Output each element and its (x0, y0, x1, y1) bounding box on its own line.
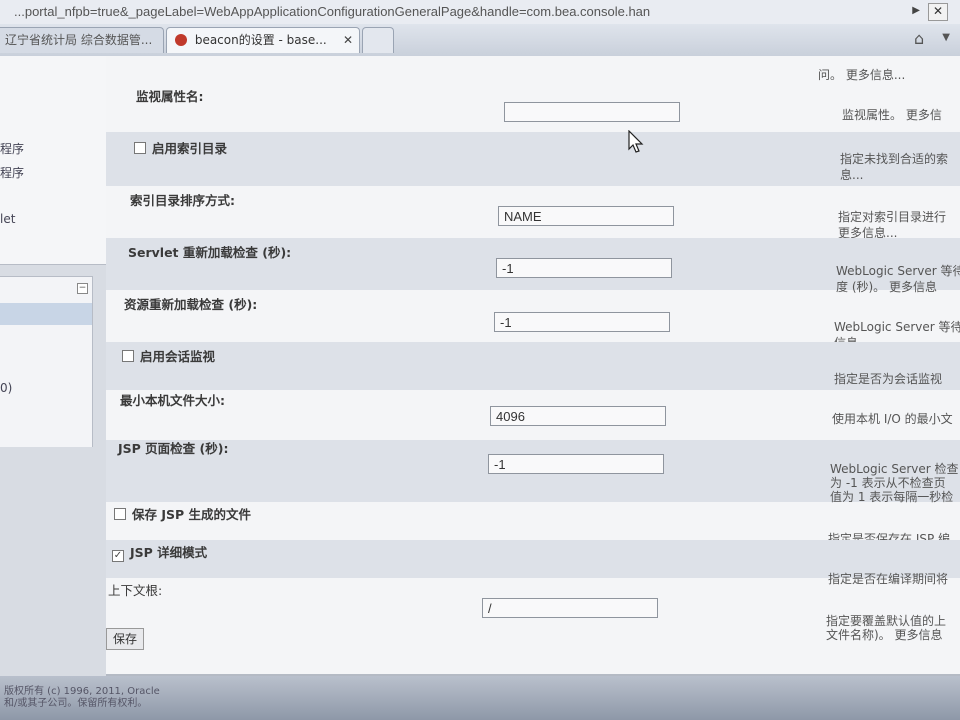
field-label: 上下文根: (108, 583, 163, 598)
checkbox-icon[interactable] (114, 508, 126, 520)
field-description: 为 -1 表示从不检查页 (830, 476, 946, 490)
check-icon[interactable]: ✓ (112, 550, 124, 562)
field-label: 保存 JSP 生成的文件 (132, 507, 252, 522)
sidebar-item[interactable]: 程序 (0, 140, 24, 157)
field-label: JSP 页面检查 (秒): (118, 441, 229, 456)
servlet-reload-input[interactable]: -1 (496, 258, 672, 278)
field-label: 启用会话监视 (140, 349, 216, 364)
sidebar-item[interactable]: 程序 (0, 164, 24, 181)
form-row: 保存 JSP 生成的文件 指定是否保存在 JSP 编 (106, 502, 960, 546)
form-row: 资源重新加载检查 (秒): -1 WebLogic Server 等待 信息..… (106, 290, 960, 350)
min-native-file-size-input[interactable]: 4096 (490, 406, 666, 426)
field-label: 最小本机文件大小: (120, 393, 225, 408)
home-icon[interactable]: ⌂ (914, 30, 932, 48)
tab-label: beacon的设置 - base... (194, 33, 327, 47)
tab-close-icon[interactable]: ✕ (343, 28, 353, 53)
screen: ...portal_nfpb=true&_pageLabel=WebAppApp… (0, 0, 960, 720)
field-description: 文件名称)。 更多信息 (826, 628, 943, 642)
mouse-cursor-icon (628, 130, 644, 153)
field-description: 监视属性。 更多信 (842, 108, 942, 122)
field-description: 指定要覆盖默认值的上 (826, 614, 947, 628)
url-text[interactable]: ...portal_nfpb=true&_pageLabel=WebAppApp… (14, 4, 650, 19)
tab-beacon-settings[interactable]: beacon的设置 - base... ✕ (166, 27, 360, 53)
new-tab-button[interactable] (362, 27, 394, 53)
form-row: 最小本机文件大小: 4096 使用本机 I/O 的最小文 (106, 390, 960, 440)
address-bar[interactable]: ...portal_nfpb=true&_pageLabel=WebAppApp… (0, 0, 960, 25)
jsp-verbose-checkbox[interactable]: ✓ JSP 详细模式 (112, 542, 207, 562)
form-row: ✓ JSP 详细模式 指定是否在编译期间将 (106, 540, 960, 586)
copyright-line: 版权所有 (c) 1996, 2011, Oracle (4, 686, 160, 697)
field-label: 监视属性名: (136, 89, 204, 104)
field-description: WebLogic Server 等待 (836, 264, 960, 278)
form-row: 启用会话监视 指定是否为会话监视 (106, 342, 960, 390)
field-description: 使用本机 I/O 的最小文 (832, 412, 953, 426)
settings-form: 问。 更多信息... 监视属性名: 监视属性。 更多信 启用索引目录 指定未找到… (106, 56, 960, 676)
field-label: 资源重新加载检查 (秒): (124, 297, 258, 312)
chevron-down-icon[interactable]: ▼ (942, 32, 950, 43)
copyright-line: 和/或其子公司。保留所有权利。 (4, 698, 148, 709)
collapse-icon[interactable]: − (77, 283, 88, 294)
form-row: 监视属性名: 监视属性。 更多信 (106, 76, 960, 132)
form-row: 索引目录排序方式: NAME 指定对索引目录进行 更多信息... (106, 186, 960, 240)
save-button[interactable]: 保存 (106, 628, 145, 650)
enable-index-directory-checkbox[interactable]: 启用索引目录 (134, 138, 227, 157)
field-description: 指定是否为会话监视 (834, 372, 943, 386)
index-sort-input[interactable]: NAME (498, 206, 674, 226)
tab-label: 辽宁省统计局 综合数据管... (5, 33, 153, 47)
sidebar-status-panel: − 0) (0, 276, 93, 447)
form-row: 上下文根: / 指定要覆盖默认值的上 文件名称)。 更多信息 (106, 578, 960, 642)
resource-reload-input[interactable]: -1 (494, 312, 670, 332)
tab-statistics[interactable]: 辽宁省统计局 综合数据管... (0, 27, 164, 53)
monitor-attribute-input[interactable] (504, 102, 680, 122)
keep-jsp-generated-checkbox[interactable]: 保存 JSP 生成的文件 (114, 504, 251, 523)
field-description: 息... (840, 168, 864, 182)
form-row: Servlet 重新加载检查 (秒): -1 WebLogic Server 等… (106, 238, 960, 294)
enable-session-monitoring-checkbox[interactable]: 启用会话监视 (122, 346, 215, 365)
close-icon[interactable]: ✕ (928, 3, 948, 21)
scroll-arrow-icon[interactable]: ▶ (912, 5, 920, 16)
sidebar-item[interactable]: let (0, 212, 15, 226)
favicon-icon (175, 34, 187, 46)
field-label: Servlet 重新加载检查 (秒): (128, 245, 292, 260)
field-description: WebLogic Server 检查 (830, 462, 959, 476)
taskbar: 版权所有 (c) 1996, 2011, Oracle 和/或其子公司。保留所有… (0, 676, 960, 720)
copyright-text: 版权所有 (c) 1996, 2011, Oracle 和/或其子公司。保留所有… (4, 686, 160, 710)
tab-bar: 辽宁省统计局 综合数据管... beacon的设置 - base... ✕ ⌂ … (0, 24, 960, 57)
checkbox-icon[interactable] (122, 350, 134, 362)
field-label: 索引目录排序方式: (130, 193, 235, 208)
field-description: WebLogic Server 等待 (834, 320, 960, 334)
field-label: JSP 详细模式 (130, 545, 208, 560)
context-root-input[interactable]: / (482, 598, 658, 618)
sidebar-navigation: 程序 程序 let (0, 56, 107, 265)
field-description: 指定对索引目录进行 (838, 210, 947, 224)
form-row: 启用索引目录 指定未找到合适的索 息... (106, 132, 960, 186)
field-label: 启用索引目录 (152, 141, 228, 156)
form-row: JSP 页面检查 (秒): -1 WebLogic Server 检查 为 -1… (106, 440, 960, 504)
jsp-page-check-input[interactable]: -1 (488, 454, 664, 474)
field-description: 指定未找到合适的索 (840, 152, 949, 166)
checkbox-icon[interactable] (134, 142, 146, 154)
sidebar-item: 0) (0, 381, 13, 395)
selected-sidebar-row[interactable] (0, 303, 92, 325)
